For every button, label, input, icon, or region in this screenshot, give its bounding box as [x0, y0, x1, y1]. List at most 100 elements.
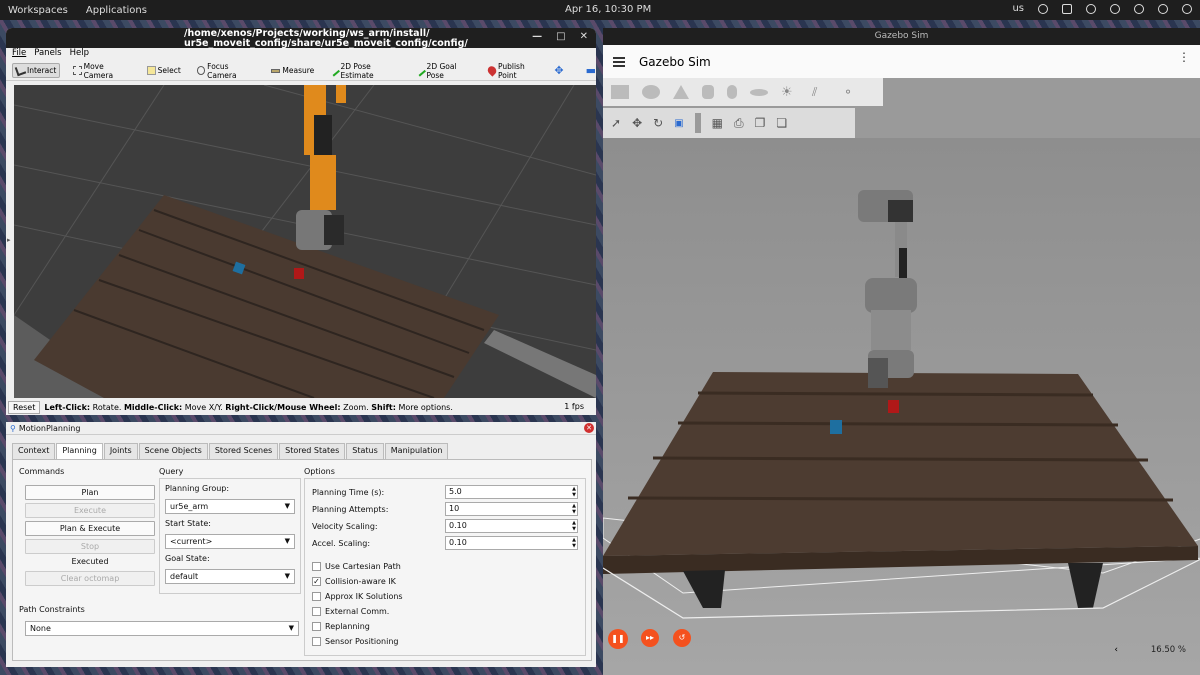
path-constraints-select[interactable]: None ▼: [25, 621, 299, 636]
plan-execute-button[interactable]: Plan & Execute: [25, 521, 155, 536]
tab-context[interactable]: Context: [12, 443, 56, 459]
tool-2d-goal-pose[interactable]: 2D Goal Pose: [413, 60, 474, 82]
option-checkbox[interactable]: ✓ Collision-aware IK: [312, 577, 396, 586]
tool-select[interactable]: Select: [144, 64, 184, 77]
rviz-title-bar[interactable]: /home/xenos/Projects/working/ws_arm/inst…: [6, 28, 596, 49]
stop-button[interactable]: Stop: [25, 539, 155, 554]
tab-status[interactable]: Status: [346, 443, 384, 459]
left-panel-toggle-icon[interactable]: ▸: [7, 236, 11, 244]
pause-button[interactable]: ❚❚: [608, 629, 628, 649]
cone-shape-icon[interactable]: [673, 85, 689, 99]
checkbox-box[interactable]: [312, 637, 321, 646]
query-group: Planning Group: ur5e_arm ▼ Start State: <…: [159, 478, 301, 594]
tool-label: Interact: [27, 66, 57, 75]
tab-manipulation[interactable]: Manipulation: [384, 443, 449, 459]
chevron-left-icon[interactable]: ‹: [1114, 645, 1118, 655]
plan-button[interactable]: Plan: [25, 485, 155, 500]
rotate-mode-icon[interactable]: ↻: [653, 116, 663, 130]
workspaces-menu[interactable]: Workspaces: [8, 5, 68, 16]
tool-label: 2D Pose Estimate: [340, 61, 374, 80]
accel-scaling-spinbox[interactable]: 0.10 ▲ ▼: [445, 536, 578, 550]
checkbox-label: Approx IK Solutions: [325, 592, 403, 601]
spot-light-icon[interactable]: ⚬: [843, 85, 861, 99]
menu-file[interactable]: File: [12, 48, 26, 61]
tool-2d-pose-estimate[interactable]: 2D Pose Estimate: [327, 60, 403, 82]
tool-move-camera[interactable]: Move Camera: [70, 60, 133, 82]
maximize-icon[interactable]: □: [556, 32, 565, 42]
paste-icon[interactable]: ❏: [776, 116, 787, 130]
reset-button[interactable]: Reset: [8, 400, 41, 414]
tool-interact[interactable]: Interact: [12, 63, 61, 78]
close-icon[interactable]: ✕: [584, 423, 594, 433]
directional-light-icon[interactable]: ⫽: [812, 85, 830, 99]
accessibility-icon[interactable]: [1038, 3, 1048, 14]
goal-state-select[interactable]: default ▼: [165, 569, 295, 584]
option-checkbox[interactable]: External Comm.: [312, 607, 389, 616]
tab-planning[interactable]: Planning: [56, 443, 103, 459]
box-shape-icon[interactable]: [611, 85, 629, 99]
power-icon[interactable]: [1182, 3, 1192, 14]
notifications-icon[interactable]: [1110, 3, 1120, 14]
option-checkbox[interactable]: Approx IK Solutions: [312, 592, 403, 601]
planning-group-label: Planning Group:: [165, 484, 230, 493]
planning-attempts-spinbox[interactable]: 10 ▲ ▼: [445, 502, 578, 516]
capsule-shape-icon[interactable]: [727, 85, 737, 99]
translate-mode-icon[interactable]: ✥: [632, 116, 642, 130]
applications-menu[interactable]: Applications: [86, 5, 147, 16]
checkbox-box[interactable]: ✓: [312, 577, 321, 586]
reset-simulation-button[interactable]: ↺: [673, 629, 691, 647]
copy-icon[interactable]: ❐: [755, 116, 766, 130]
gazebo-3d-viewport[interactable]: [603, 138, 1200, 675]
close-icon[interactable]: ✕: [580, 32, 588, 42]
spin-arrows-icon[interactable]: ▲ ▼: [572, 503, 576, 515]
cylinder-shape-icon[interactable]: [702, 85, 714, 99]
checkbox-box[interactable]: [312, 607, 321, 616]
checkbox-box[interactable]: [312, 562, 321, 571]
bluetooth-icon[interactable]: [1086, 3, 1096, 14]
gazebo-title-bar[interactable]: Gazebo Sim: [603, 28, 1200, 45]
screenshot-icon[interactable]: ⎙: [734, 116, 744, 131]
clock[interactable]: Apr 16, 10:30 PM: [565, 4, 651, 15]
start-state-select[interactable]: <current> ▼: [165, 534, 295, 549]
view-angle-icon[interactable]: ▣: [674, 118, 683, 129]
planning-group-select[interactable]: ur5e_arm ▼: [165, 499, 295, 514]
tool-focus-camera[interactable]: Focus Camera: [194, 60, 259, 82]
motion-planning-header[interactable]: ⚲ MotionPlanning: [6, 422, 596, 435]
menu-panels[interactable]: Panels: [34, 48, 61, 61]
tool-measure[interactable]: Measure: [268, 64, 317, 77]
spin-arrows-icon[interactable]: ▲ ▼: [572, 537, 576, 549]
velocity-scaling-spinbox[interactable]: 0.10 ▲ ▼: [445, 519, 578, 533]
kebab-menu-icon[interactable]: ⋮: [1178, 50, 1190, 64]
select-mode-icon[interactable]: ➚: [611, 116, 621, 130]
tab-scene-objects[interactable]: Scene Objects: [138, 443, 208, 459]
add-tool-icon[interactable]: ✥: [554, 64, 563, 77]
rviz-3d-viewport[interactable]: [14, 85, 596, 398]
tab-stored-states[interactable]: Stored States: [279, 443, 346, 459]
wifi-icon[interactable]: [1134, 3, 1144, 14]
tool-publish-point[interactable]: Publish Point: [485, 60, 545, 82]
checkbox-box[interactable]: [312, 622, 321, 631]
keyboard-layout[interactable]: us: [1012, 3, 1024, 14]
planning-time-spinbox[interactable]: 5.0 ▲ ▼: [445, 485, 578, 499]
screenshot-icon[interactable]: [1062, 3, 1072, 14]
tab-stored-scenes[interactable]: Stored Scenes: [208, 443, 279, 459]
minimize-icon[interactable]: —: [532, 32, 542, 42]
option-checkbox[interactable]: Replanning: [312, 622, 370, 631]
option-checkbox[interactable]: Sensor Positioning: [312, 637, 398, 646]
robot-arm: [296, 85, 346, 250]
spin-arrows-icon[interactable]: ▲ ▼: [572, 486, 576, 498]
execute-button[interactable]: Execute: [25, 503, 155, 518]
hamburger-menu-icon[interactable]: [613, 56, 625, 67]
volume-icon[interactable]: [1158, 3, 1168, 14]
step-forward-button[interactable]: ▸▸: [641, 629, 659, 647]
clear-octomap-button[interactable]: Clear octomap: [25, 571, 155, 586]
remove-tool-icon[interactable]: ▬: [586, 64, 596, 77]
spin-arrows-icon[interactable]: ▲ ▼: [572, 520, 576, 532]
sphere-shape-icon[interactable]: [642, 85, 660, 99]
option-checkbox[interactable]: Use Cartesian Path: [312, 562, 401, 571]
grid-snap-icon[interactable]: ▦: [712, 116, 723, 130]
tab-joints[interactable]: Joints: [103, 443, 138, 459]
point-light-icon[interactable]: ☀: [781, 85, 799, 100]
checkbox-box[interactable]: [312, 592, 321, 601]
ellipsoid-shape-icon[interactable]: [750, 88, 768, 96]
